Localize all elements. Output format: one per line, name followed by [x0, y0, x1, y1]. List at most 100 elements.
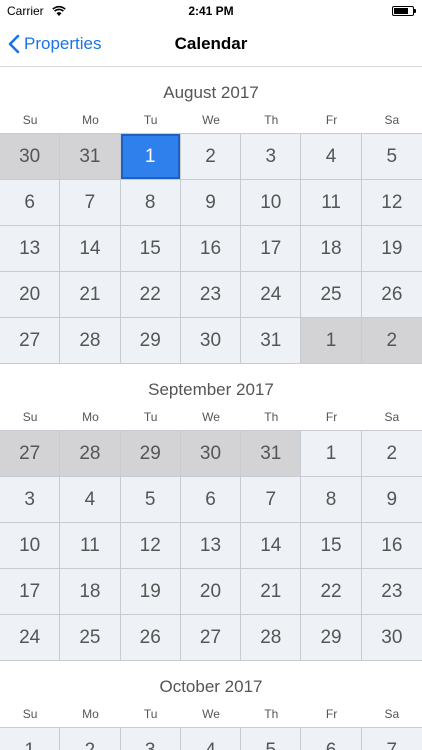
day-cell[interactable]: 28: [60, 318, 121, 364]
day-cell[interactable]: 3: [241, 134, 302, 180]
day-cell[interactable]: 2: [60, 728, 121, 750]
status-time: 2:41 PM: [188, 4, 234, 18]
day-cell[interactable]: 7: [60, 180, 121, 226]
day-cell[interactable]: 8: [301, 477, 362, 523]
day-cell[interactable]: 17: [0, 569, 61, 615]
weekday-label: We: [202, 113, 220, 127]
day-cell[interactable]: 11: [301, 180, 362, 226]
day-cell[interactable]: 30: [180, 318, 242, 364]
day-cell[interactable]: 5: [361, 134, 422, 180]
day-cell[interactable]: 5: [120, 477, 181, 523]
day-cell[interactable]: 11: [60, 523, 121, 569]
calendar-month: August 2017 Su Mo Tu We Th Fr Sa 30 31 1 2 3 4 5 6 7 8 9 10…: [0, 67, 422, 364]
day-cell[interactable]: 9: [180, 180, 242, 226]
day-cell[interactable]: 4: [60, 477, 121, 523]
day-cell[interactable]: 7: [361, 728, 422, 750]
day-cell[interactable]: 4: [301, 134, 362, 180]
day-cell[interactable]: 15: [301, 523, 362, 569]
day-cell[interactable]: 13: [0, 226, 61, 272]
day-cell[interactable]: 8: [120, 180, 181, 226]
day-cell[interactable]: 6: [180, 477, 242, 523]
day-cell[interactable]: 13: [180, 523, 242, 569]
weekday-label: Mo: [82, 113, 99, 127]
day-cell[interactable]: 19: [120, 569, 181, 615]
day-cell[interactable]: 1: [301, 431, 362, 477]
weekday-label: Su: [22, 410, 38, 424]
day-cell[interactable]: 16: [361, 523, 422, 569]
day-cell[interactable]: 18: [60, 569, 121, 615]
day-cell[interactable]: 27: [0, 318, 61, 364]
day-cell[interactable]: 15: [120, 226, 181, 272]
day-cell[interactable]: 24: [241, 272, 302, 318]
day-cell-outside-month[interactable]: 29: [120, 431, 181, 477]
day-cell[interactable]: 9: [361, 477, 422, 523]
day-cell[interactable]: 7: [241, 477, 302, 523]
day-cell[interactable]: 25: [60, 615, 121, 661]
day-cell[interactable]: 30: [361, 615, 422, 661]
day-cell[interactable]: 23: [180, 272, 242, 318]
calendar-month: October 2017 Su Mo Tu We Th Fr Sa 1234567: [0, 661, 422, 750]
weekday-label: Fr: [325, 113, 338, 127]
day-cell[interactable]: 22: [301, 569, 362, 615]
month-title: September 2017: [148, 380, 274, 399]
weekday-label: Th: [264, 410, 279, 424]
weekday-label: Fr: [325, 707, 338, 721]
day-cell[interactable]: 23: [361, 569, 422, 615]
day-cell-outside-month[interactable]: 1: [301, 318, 362, 364]
battery-icon: [392, 6, 416, 16]
weekday-label: Su: [22, 113, 38, 127]
back-button[interactable]: Properties: [8, 22, 101, 66]
month-title: October 2017: [159, 677, 263, 696]
day-cell-outside-month[interactable]: 31: [241, 431, 302, 477]
day-cell[interactable]: 20: [0, 272, 61, 318]
day-cell[interactable]: 22: [120, 272, 181, 318]
day-cell[interactable]: 24: [0, 615, 61, 661]
day-cell[interactable]: 25: [301, 272, 362, 318]
calendar-scroll-view[interactable]: August 2017 Su Mo Tu We Th Fr Sa 30 31 1 2 3 4 5 6 7 8 9 10…: [0, 67, 422, 750]
day-cell[interactable]: 26: [120, 615, 181, 661]
day-cell[interactable]: 18: [301, 226, 362, 272]
day-cell[interactable]: 21: [241, 569, 302, 615]
day-cell[interactable]: 5: [241, 728, 302, 750]
day-cell[interactable]: 10: [0, 523, 61, 569]
day-cell-outside-month[interactable]: 30: [180, 431, 242, 477]
status-bar: Carrier 2:41 PM: [0, 0, 422, 22]
weekday-label: Sa: [384, 410, 400, 424]
day-cell[interactable]: 21: [60, 272, 121, 318]
day-cell-outside-month[interactable]: 30: [0, 134, 61, 180]
day-cell[interactable]: 6: [0, 180, 61, 226]
weekday-label: Th: [264, 707, 279, 721]
day-cell[interactable]: 16: [180, 226, 242, 272]
day-cell[interactable]: 20: [180, 569, 242, 615]
day-cell[interactable]: 3: [0, 477, 61, 523]
day-cell[interactable]: 26: [361, 272, 422, 318]
day-cell[interactable]: 4: [180, 728, 242, 750]
day-grid: 27 28 29 30 31 1 2 3 4 5 6 7 8 9 10 11 12 13 14 15 16 17 18 19 2…: [0, 430, 422, 661]
back-button-label: Properties: [24, 34, 102, 53]
weekday-label: Sa: [384, 113, 400, 127]
day-cell-selected[interactable]: 1: [120, 134, 181, 180]
day-grid: 30 31 1 2 3 4 5 6 7 8 9 10 11 12 13 14 15 16 17 18 19 20 21 22 2…: [0, 133, 422, 364]
day-cell[interactable]: 10: [241, 180, 302, 226]
day-cell[interactable]: 14: [241, 523, 302, 569]
day-cell-outside-month[interactable]: 27: [0, 431, 61, 477]
day-cell[interactable]: 12: [120, 523, 181, 569]
day-cell[interactable]: 3: [120, 728, 181, 750]
day-cell[interactable]: 29: [301, 615, 362, 661]
day-cell[interactable]: 19: [361, 226, 422, 272]
day-cell[interactable]: 28: [241, 615, 302, 661]
day-cell[interactable]: 31: [241, 318, 302, 364]
calendar-month: September 2017 Su Mo Tu We Th Fr Sa 27 28 29 30 31 1 2…: [0, 364, 422, 661]
day-cell-outside-month[interactable]: 31: [60, 134, 121, 180]
day-cell[interactable]: 29: [120, 318, 181, 364]
day-cell[interactable]: 17: [241, 226, 302, 272]
day-cell-outside-month[interactable]: 28: [60, 431, 121, 477]
day-cell[interactable]: 2: [361, 431, 422, 477]
day-cell[interactable]: 1: [0, 728, 61, 750]
day-cell[interactable]: 2: [180, 134, 242, 180]
day-cell[interactable]: 12: [361, 180, 422, 226]
day-cell[interactable]: 14: [60, 226, 121, 272]
day-cell[interactable]: 27: [180, 615, 242, 661]
day-cell[interactable]: 6: [301, 728, 362, 750]
day-cell-outside-month[interactable]: 2: [361, 318, 422, 364]
